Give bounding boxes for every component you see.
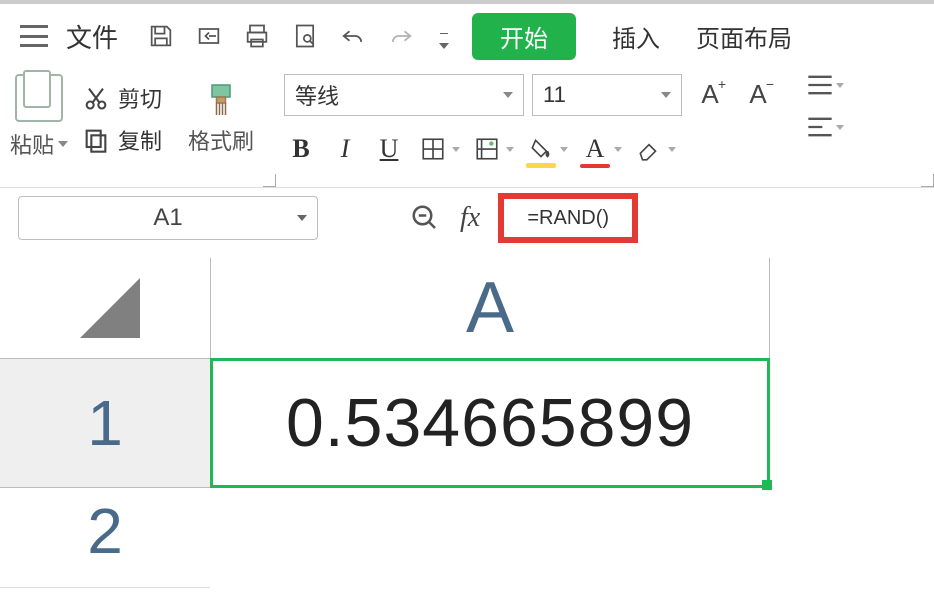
file-menu[interactable]: 文件 xyxy=(66,18,118,55)
bold-button[interactable]: B xyxy=(284,132,318,166)
eraser-button[interactable] xyxy=(632,132,676,166)
decrease-font-button[interactable]: A− xyxy=(738,74,778,114)
increase-font-button[interactable]: A+ xyxy=(690,74,730,114)
preview-icon[interactable] xyxy=(290,21,320,51)
fill-effects-button[interactable] xyxy=(470,132,514,166)
ribbon: 粘贴 剪切 复制 格式刷 xyxy=(0,68,934,188)
select-all-corner[interactable] xyxy=(80,278,140,338)
row-header-2[interactable]: 2 xyxy=(0,488,210,588)
save-icon[interactable] xyxy=(146,21,176,51)
formula-bar: A1 fx =RAND() xyxy=(0,188,934,248)
copy-button[interactable]: 复制 xyxy=(82,124,162,156)
menu-icon[interactable] xyxy=(20,25,48,47)
borders-button[interactable] xyxy=(416,132,460,166)
redo-icon[interactable] xyxy=(386,21,416,51)
fill-color-button[interactable] xyxy=(524,132,568,166)
italic-button[interactable]: I xyxy=(328,132,362,166)
cell-a1[interactable]: 0.534665899 xyxy=(210,358,770,488)
tab-insert[interactable]: 插入 xyxy=(612,19,660,54)
format-painter-button[interactable]: 格式刷 xyxy=(188,124,254,156)
horizontal-align-button[interactable] xyxy=(806,116,844,138)
tab-page-layout[interactable]: 页面布局 xyxy=(696,19,792,54)
font-group: 等线 11 A+ A− B I U xyxy=(276,68,796,187)
print-icon[interactable] xyxy=(242,21,272,51)
font-name-dropdown[interactable]: 等线 xyxy=(284,74,524,116)
font-size-dropdown[interactable]: 11 xyxy=(532,74,682,116)
row-header-1[interactable]: 1 xyxy=(0,358,210,488)
quickaccess-overflow[interactable]: – xyxy=(434,24,454,49)
clipboard-group: 粘贴 剪切 复制 格式刷 xyxy=(0,68,276,187)
format-painter-icon[interactable] xyxy=(203,82,239,118)
font-color-button[interactable]: A xyxy=(578,132,622,166)
vertical-align-button[interactable] xyxy=(806,74,844,96)
fx-icon[interactable]: fx xyxy=(460,202,480,234)
paste-button[interactable]: 粘贴 xyxy=(10,128,68,160)
column-header-a[interactable]: A xyxy=(210,258,770,358)
formula-input[interactable]: =RAND() xyxy=(498,193,638,243)
collapse-formula-icon[interactable] xyxy=(410,203,440,233)
underline-button[interactable]: U xyxy=(372,132,406,166)
top-toolbar: 文件 – 开始 插入 页面布局 xyxy=(0,0,934,68)
tab-start[interactable]: 开始 xyxy=(472,13,576,60)
alignment-group xyxy=(796,68,854,187)
undo-icon[interactable] xyxy=(338,21,368,51)
paste-icon[interactable] xyxy=(15,74,63,122)
name-box[interactable]: A1 xyxy=(18,196,318,240)
open-icon[interactable] xyxy=(194,21,224,51)
cut-button[interactable]: 剪切 xyxy=(82,82,162,114)
